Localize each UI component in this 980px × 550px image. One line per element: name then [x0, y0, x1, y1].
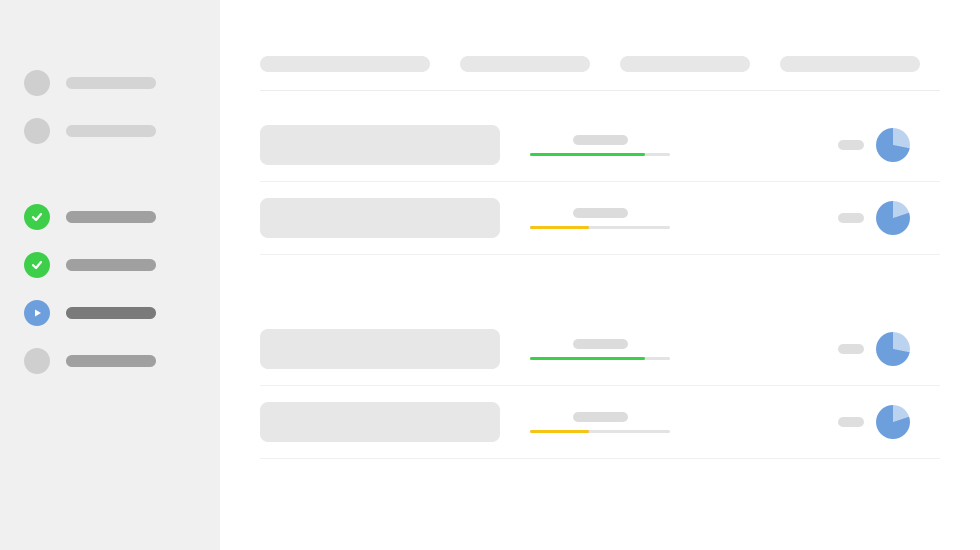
table-section: [260, 313, 940, 459]
row-progress-cell: [530, 208, 670, 229]
sidebar-group-plain: [24, 70, 196, 144]
row-meta-cell: [838, 128, 940, 162]
sidebar-item-label: [66, 125, 156, 137]
dot-icon: [24, 118, 50, 144]
column-header[interactable]: [260, 56, 430, 72]
row-meta-cell: [838, 332, 940, 366]
row-name-cell: [260, 402, 500, 442]
main-panel: [220, 0, 980, 550]
check-circle-icon: [24, 252, 50, 278]
sidebar-item[interactable]: [24, 118, 196, 144]
progress-fill: [530, 226, 589, 229]
progress-label: [573, 339, 628, 349]
table-row[interactable]: [260, 386, 940, 459]
meta-label: [838, 344, 864, 354]
progress-bar: [530, 226, 670, 229]
row-meta-cell: [838, 405, 940, 439]
row-name-cell: [260, 329, 500, 369]
row-name-cell: [260, 125, 500, 165]
progress-bar: [530, 357, 670, 360]
sidebar-group-status: [24, 204, 196, 374]
pie-chart-icon: [876, 332, 910, 366]
progress-label: [573, 135, 628, 145]
sidebar-item-done[interactable]: [24, 252, 196, 278]
sidebar-item-label: [66, 307, 156, 319]
table-row[interactable]: [260, 182, 940, 255]
row-meta-cell: [838, 201, 940, 235]
column-headers: [260, 56, 940, 91]
play-circle-icon: [24, 300, 50, 326]
sidebar-item-done[interactable]: [24, 204, 196, 230]
dot-icon: [24, 348, 50, 374]
dot-icon: [24, 70, 50, 96]
sidebar-item-label: [66, 77, 156, 89]
table-row[interactable]: [260, 109, 940, 182]
meta-label: [838, 140, 864, 150]
progress-bar: [530, 153, 670, 156]
row-progress-cell: [530, 412, 670, 433]
table-row[interactable]: [260, 313, 940, 386]
column-header[interactable]: [620, 56, 750, 72]
pie-chart-icon: [876, 201, 910, 235]
progress-fill: [530, 153, 645, 156]
check-circle-icon: [24, 204, 50, 230]
sidebar-item-label: [66, 211, 156, 223]
sidebar-item[interactable]: [24, 70, 196, 96]
meta-label: [838, 213, 864, 223]
meta-label: [838, 417, 864, 427]
app-root: [0, 0, 980, 550]
sidebar-item-label: [66, 259, 156, 271]
sidebar-item-current[interactable]: [24, 300, 196, 326]
row-name-cell: [260, 198, 500, 238]
column-header[interactable]: [460, 56, 590, 72]
table-section: [260, 109, 940, 255]
progress-label: [573, 208, 628, 218]
progress-label: [573, 412, 628, 422]
row-progress-cell: [530, 135, 670, 156]
sidebar-item-pending[interactable]: [24, 348, 196, 374]
progress-bar: [530, 430, 670, 433]
progress-fill: [530, 357, 645, 360]
sidebar: [0, 0, 220, 550]
pie-chart-icon: [876, 405, 910, 439]
column-header[interactable]: [780, 56, 920, 72]
pie-chart-icon: [876, 128, 910, 162]
sidebar-item-label: [66, 355, 156, 367]
row-progress-cell: [530, 339, 670, 360]
progress-fill: [530, 430, 589, 433]
